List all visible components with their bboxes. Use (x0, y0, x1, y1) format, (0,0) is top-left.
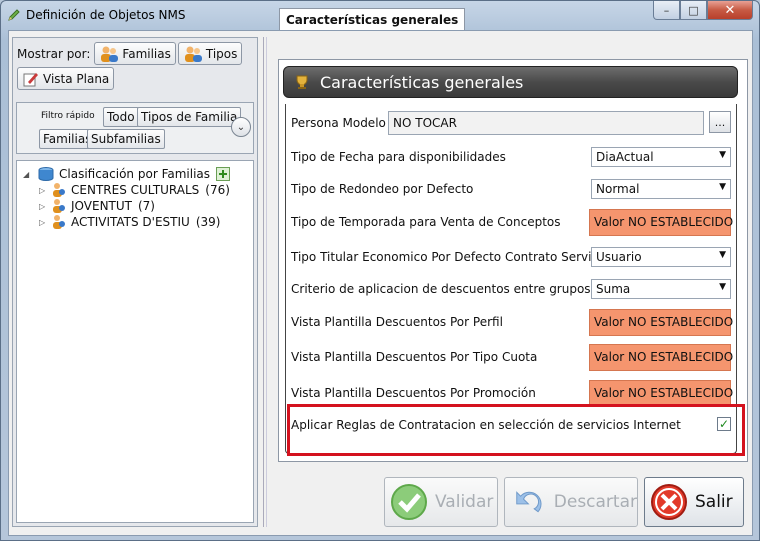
mostrar-por-toolbar: Mostrar por: Familias Tipos Vista Plana (17, 42, 253, 90)
window-controls: – □ ✕ (653, 1, 753, 20)
vista-promocion-value[interactable]: Valor NO ESTABLECIDO (589, 380, 733, 407)
pencil-icon (8, 9, 20, 21)
filtro-rapido-label: Filtro rápido (41, 111, 95, 121)
section-header: Características generales (283, 66, 738, 98)
descartar-label: Descartar (553, 492, 637, 512)
vista-plana-label: Vista Plana (43, 71, 110, 86)
close-icon (651, 484, 687, 520)
tree-root-label: Clasificación por Familias (59, 167, 211, 181)
users-icon (53, 215, 65, 229)
filtro-rapido-panel: Filtro rápido Todo Tipos de Familia Fami… (16, 102, 254, 154)
tab-caracteristicas-generales[interactable]: Características generales (279, 8, 466, 30)
section-title: Características generales (320, 72, 524, 92)
prop-label: Vista Plantilla Descuentos Por Perfil (291, 315, 503, 329)
close-button[interactable]: ✕ (707, 1, 753, 20)
family-tree[interactable]: ◢ Clasificación por Familias ▷ CENTRES C… (16, 160, 254, 523)
prop-tipo-fecha: Tipo de Fecha para disponibilidades DiaA… (291, 144, 731, 170)
dropdown-arrow-icon: ▼ (719, 282, 726, 292)
tipo-temporada-value[interactable]: Valor NO ESTABLECIDO (589, 209, 733, 236)
tree-item-count: (7) (137, 199, 155, 213)
tree-item-name: CENTRES CULTURALS (71, 183, 200, 197)
tree-item[interactable]: ▷ ACTIVITATS D'ESTIU (39) (39, 214, 220, 230)
highlight-box (287, 404, 745, 456)
tipo-redondeo-select[interactable]: Normal ▼ (591, 179, 731, 199)
prop-tipo-temporada: Tipo de Temporada para Venta de Concepto… (291, 209, 733, 236)
prop-label: Vista Plantilla Descuentos Por Tipo Cuot… (291, 350, 538, 364)
users-icon (53, 199, 65, 213)
filter-todo-button[interactable]: Todo (103, 107, 139, 127)
vista-tipo-cuota-value[interactable]: Valor NO ESTABLECIDO (589, 344, 733, 371)
app-window: Definición de Objetos NMS – □ ✕ Mostrar … (0, 0, 760, 541)
prop-label: Tipo de Fecha para disponibilidades (291, 150, 506, 164)
browse-button[interactable]: ... (709, 111, 731, 133)
tipo-titular-select[interactable]: Usuario ▼ (591, 247, 731, 267)
prop-label: Persona Modelo (291, 116, 386, 130)
window-title: Definición de Objetos NMS (26, 8, 186, 22)
users-icon (184, 46, 202, 62)
filter-tipos-familia-button[interactable]: Tipos de Familia (137, 107, 242, 127)
database-icon (38, 167, 54, 181)
prop-label: Tipo de Redondeo por Defecto (291, 182, 474, 196)
minimize-button[interactable]: – (653, 1, 680, 20)
properties-grid: Persona Modelo NO TOCAR ... Tipo de Fech… (285, 104, 737, 454)
tree-item-name: JOVENTUT (71, 199, 132, 213)
tipo-fecha-select[interactable]: DiaActual ▼ (591, 147, 731, 167)
tree-item[interactable]: ▷ JOVENTUT (7) (39, 198, 155, 214)
select-value: Suma (596, 282, 631, 296)
dropdown-arrow-icon: ▼ (719, 182, 726, 192)
tree-item-count: (76) (205, 183, 230, 197)
trophy-icon (296, 75, 308, 89)
familias-button[interactable]: Familias (94, 42, 176, 65)
persona-modelo-field[interactable]: NO TOCAR (388, 111, 704, 135)
dropdown-arrow-icon: ▼ (719, 150, 726, 160)
prop-label: Tipo de Temporada para Venta de Concepto… (291, 215, 561, 229)
salir-button[interactable]: Salir (644, 477, 744, 527)
tree-item-name: ACTIVITATS D'ESTIU (71, 215, 190, 229)
chevron-down-icon[interactable]: ⌄ (231, 117, 251, 137)
prop-label: Criterio de aplicacion de descuentos ent… (291, 282, 591, 296)
undo-icon (516, 491, 542, 513)
expand-arrow-icon[interactable]: ▷ (39, 218, 49, 227)
prop-tipo-redondeo: Tipo de Redondeo por Defecto Normal ▼ (291, 176, 731, 202)
familias-label: Familias (122, 46, 171, 61)
vista-perfil-value[interactable]: Valor NO ESTABLECIDO (589, 309, 733, 336)
users-icon (53, 183, 65, 197)
filter-subfamilias-button[interactable]: Subfamilias (87, 129, 165, 149)
prop-label: Vista Plantilla Descuentos Por Promoción (291, 386, 536, 400)
tipos-button[interactable]: Tipos (177, 42, 243, 65)
mostrar-por-label: Mostrar por: (17, 46, 91, 61)
validar-button[interactable]: Validar (384, 477, 498, 527)
prop-label: Tipo Titular Economico Por Defecto Contr… (291, 250, 609, 264)
dropdown-arrow-icon: ▼ (719, 250, 726, 260)
validar-label: Validar (435, 492, 494, 512)
select-value: Normal (596, 182, 640, 196)
edit-document-icon (23, 72, 38, 86)
prop-vista-tipo-cuota: Vista Plantilla Descuentos Por Tipo Cuot… (291, 344, 733, 371)
add-icon[interactable] (216, 167, 231, 181)
select-value: Usuario (596, 250, 642, 264)
salir-label: Salir (695, 492, 733, 512)
tree-root[interactable]: ◢ Clasificación por Familias (23, 166, 231, 182)
tipos-label: Tipos (205, 46, 238, 61)
tree-item-count: (39) (195, 215, 221, 229)
prop-persona-modelo: Persona Modelo NO TOCAR ... (291, 110, 731, 136)
prop-vista-perfil: Vista Plantilla Descuentos Por Perfil Va… (291, 309, 733, 336)
prop-tipo-titular: Tipo Titular Economico Por Defecto Contr… (291, 244, 731, 270)
collapse-arrow-icon[interactable]: ◢ (23, 170, 33, 179)
tab-panel: Características generales Persona Modelo… (278, 59, 748, 462)
expand-arrow-icon[interactable]: ▷ (39, 186, 49, 195)
prop-vista-promocion: Vista Plantilla Descuentos Por Promoción… (291, 380, 733, 407)
check-icon (391, 484, 427, 520)
vista-plana-button[interactable]: Vista Plana (17, 67, 115, 90)
maximize-button[interactable]: □ (680, 1, 707, 20)
criterio-descuentos-select[interactable]: Suma ▼ (591, 279, 731, 299)
select-value: DiaActual (596, 150, 654, 164)
prop-criterio-descuentos: Criterio de aplicacion de descuentos ent… (291, 276, 731, 302)
expand-arrow-icon[interactable]: ▷ (39, 202, 49, 211)
users-icon (101, 46, 119, 62)
left-panel: Mostrar por: Familias Tipos Vista Plana … (12, 37, 258, 527)
tree-item[interactable]: ▷ CENTRES CULTURALS (76) (39, 182, 230, 198)
descartar-button[interactable]: Descartar (504, 477, 638, 527)
panel-splitter[interactable] (263, 37, 267, 527)
